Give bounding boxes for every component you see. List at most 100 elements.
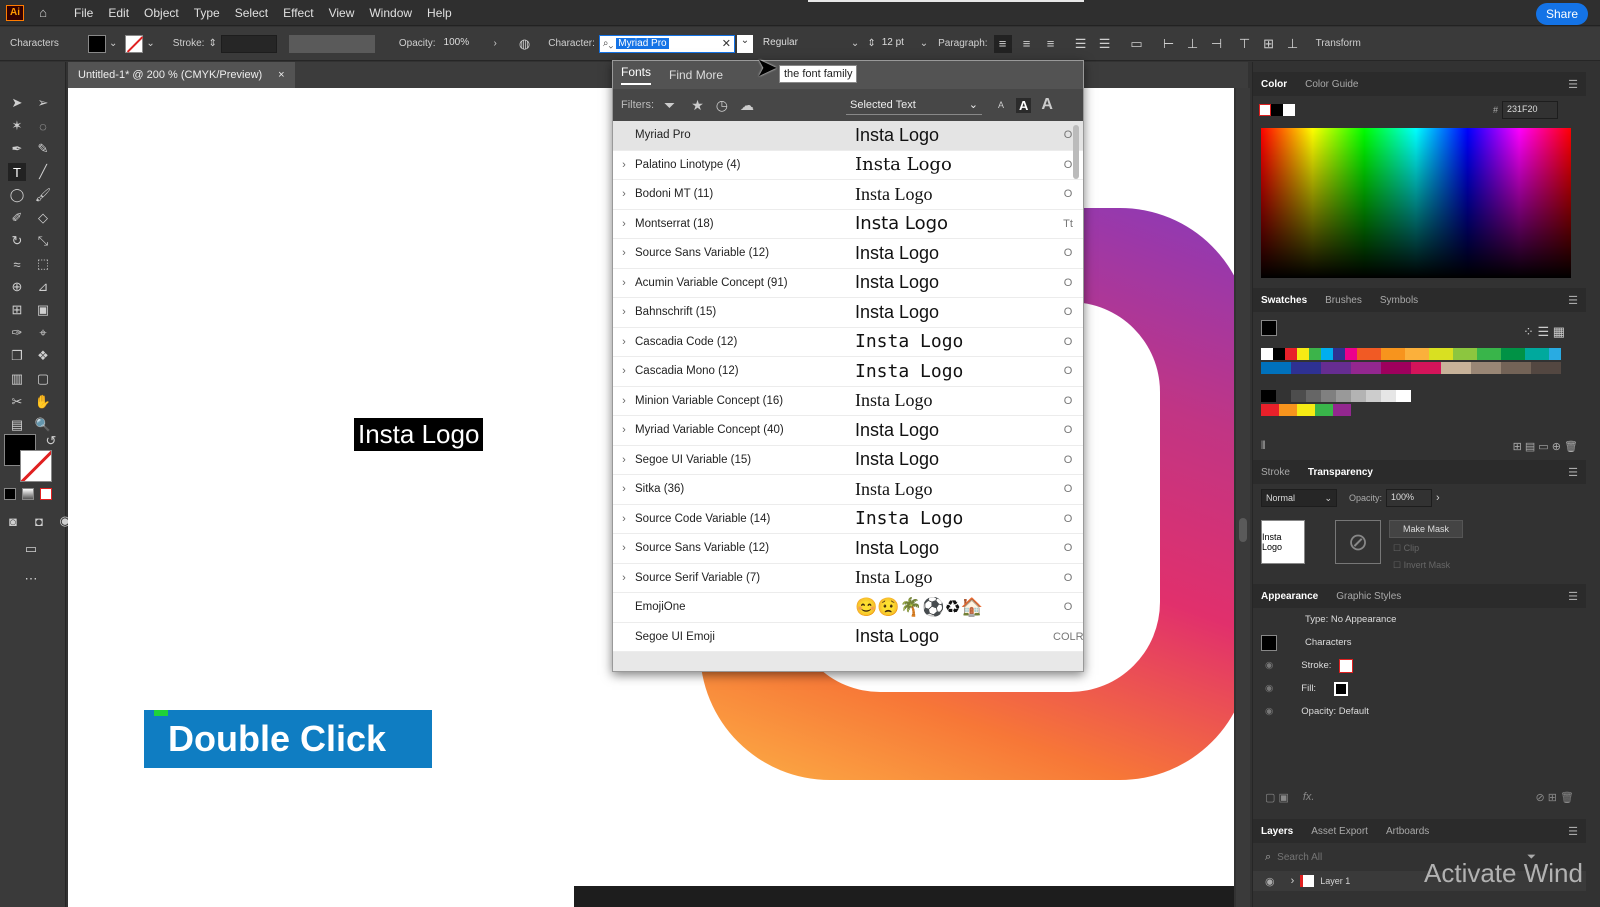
tab-symbols[interactable]: Symbols <box>1380 295 1418 306</box>
pen-tool-icon[interactable]: ✒ <box>8 140 26 158</box>
menu-file[interactable]: File <box>74 6 93 20</box>
gradient-tool-icon[interactable]: ▣ <box>34 301 52 319</box>
close-icon[interactable]: × <box>278 69 284 81</box>
transparency-opacity-field[interactable]: 100% <box>1386 489 1433 507</box>
chevron-right-icon[interactable]: › <box>613 395 635 407</box>
panel-menu-icon[interactable]: ☰ <box>1568 466 1578 479</box>
black-swatch[interactable] <box>1271 104 1283 116</box>
warp-tool-icon[interactable]: ≈ <box>8 255 26 273</box>
appearance-characters-row[interactable]: Characters <box>1253 631 1586 654</box>
font-list-item[interactable]: › Bahnschrift (15) Insta Logo O <box>613 298 1083 328</box>
document-tab[interactable]: Untitled-1* @ 200 % (CMYK/Preview) × <box>68 62 295 88</box>
panel-menu-icon[interactable]: ☰ <box>1568 294 1578 307</box>
chevron-down-icon[interactable]: ⌄ <box>146 38 154 49</box>
magic-wand-icon[interactable]: ✶ <box>8 117 26 135</box>
align-left-edge-icon[interactable]: ⊢ <box>1160 35 1178 53</box>
chevron-right-icon[interactable]: › <box>613 454 635 466</box>
color-spectrum[interactable] <box>1261 128 1571 278</box>
chevron-right-icon[interactable]: › <box>613 159 635 171</box>
font-list-item[interactable]: › Source Code Variable (14) Insta Logo O <box>613 504 1083 534</box>
curvature-tool-icon[interactable]: ✎ <box>34 140 52 158</box>
visibility-eye-icon[interactable]: ◉ <box>1265 660 1273 671</box>
scale-tool-icon[interactable]: ⤡ <box>34 232 52 250</box>
font-list-item[interactable]: EmojiOne 😊😟🌴⚽♻🏠 O <box>613 593 1083 623</box>
tab-color-guide[interactable]: Color Guide <box>1305 79 1358 90</box>
tab-layers[interactable]: Layers <box>1261 826 1293 837</box>
shape-icon[interactable]: ▭ <box>1128 35 1146 53</box>
object-thumbnail[interactable]: Insta Logo <box>1261 520 1305 564</box>
font-size-field[interactable]: 12 pt <box>877 34 920 53</box>
measure-icon[interactable]: ⌖ <box>34 324 52 342</box>
eyedropper-icon[interactable]: ✑ <box>8 324 26 342</box>
font-list-item[interactable]: › Montserrat (18) Insta Logo Tt <box>613 209 1083 239</box>
stepper-icon[interactable]: ⇕ <box>867 38 875 49</box>
none-swatch[interactable] <box>1259 104 1271 116</box>
active-fill-swatch[interactable] <box>1261 320 1277 336</box>
medium-preview-icon[interactable]: A <box>1016 97 1032 113</box>
ellipse-tool-icon[interactable]: ◯ <box>8 186 26 204</box>
preview-mode-select[interactable]: Selected Text ⌄ <box>845 95 982 115</box>
column-graph-icon[interactable]: ▥ <box>8 370 26 388</box>
swatch-row-grays[interactable] <box>1261 390 1411 402</box>
align-top-icon[interactable]: ⊤ <box>1236 35 1254 53</box>
blend-tool-icon[interactable]: ❐ <box>8 347 26 365</box>
tab-artboards[interactable]: Artboards <box>1386 826 1429 837</box>
bullets-icon[interactable]: ☰ <box>1072 35 1090 53</box>
chevron-down-icon[interactable]: ⌄ <box>920 38 928 49</box>
font-list-item[interactable]: › Bodoni MT (11) Insta Logo O <box>613 180 1083 210</box>
chevron-right-icon[interactable]: › <box>613 365 635 377</box>
swap-colors-icon[interactable]: ↺ <box>42 432 60 450</box>
chevron-down-icon[interactable]: ⌄ <box>851 38 859 49</box>
tab-brushes[interactable]: Brushes <box>1325 295 1362 306</box>
tab-fonts[interactable]: Fonts <box>621 65 652 85</box>
clip-checkbox[interactable]: ☐ Clip <box>1393 543 1419 554</box>
tab-swatches[interactable]: Swatches <box>1261 295 1307 306</box>
variable-width-profile[interactable] <box>288 34 375 53</box>
tab-transparency[interactable]: Transparency <box>1308 467 1373 478</box>
shaper-tool-icon[interactable]: ✐ <box>8 209 26 227</box>
chevron-right-icon[interactable]: › <box>1291 875 1295 887</box>
screen-mode-icon[interactable]: ▭ <box>22 540 40 558</box>
chevron-right-icon[interactable]: › <box>613 247 635 259</box>
font-list-item[interactable]: › Cascadia Code (12) Insta Logo O <box>613 327 1083 357</box>
invert-mask-checkbox[interactable]: ☐ Invert Mask <box>1393 560 1450 571</box>
mask-placeholder-icon[interactable]: ⊘ <box>1335 520 1381 564</box>
chevron-down-icon[interactable]: ⌄ <box>109 38 117 49</box>
free-transform-icon[interactable]: ⬚ <box>34 255 52 273</box>
font-list-item[interactable]: › Cascadia Mono (12) Insta Logo O <box>613 357 1083 387</box>
align-left-icon[interactable]: ≡ <box>993 34 1012 53</box>
chevron-right-icon[interactable]: › <box>613 188 635 200</box>
perspective-grid-icon[interactable]: ⊿ <box>34 278 52 296</box>
fill-swatch[interactable] <box>88 34 106 53</box>
paintbrush-icon[interactable]: 🖌 <box>34 186 52 204</box>
panel-menu-icon[interactable]: ☰ <box>1568 78 1578 91</box>
font-style-field[interactable]: Regular <box>758 34 851 53</box>
panel-menu-icon[interactable]: ☰ <box>1568 825 1578 838</box>
draw-normal-icon[interactable]: ◙ <box>4 512 22 530</box>
appearance-fill-row[interactable]: ◉ Fill: <box>1253 677 1586 700</box>
hand-tool-icon[interactable]: ✋ <box>34 393 52 411</box>
hex-field[interactable]: 231F20 <box>1502 101 1558 119</box>
font-list-item[interactable]: › Minion Variable Concept (16) Insta Logo O <box>613 386 1083 416</box>
menu-effect[interactable]: Effect <box>283 6 313 20</box>
selection-tool-icon[interactable]: ➤ <box>8 94 26 112</box>
font-list-item[interactable]: › Source Sans Variable (12) Insta Logo O <box>613 239 1083 269</box>
home-icon[interactable]: ⌂ <box>34 4 52 22</box>
swatch-library-icon[interactable]: ⫴ <box>1261 440 1266 453</box>
tab-graphic-styles[interactable]: Graphic Styles <box>1336 591 1401 602</box>
font-list-item[interactable]: › Source Sans Variable (12) Insta Logo O <box>613 534 1083 564</box>
align-right-edge-icon[interactable]: ⊣ <box>1208 35 1226 53</box>
clear-icon[interactable]: ✕ <box>722 37 731 50</box>
swatch-view-icons[interactable]: ⁘ ☰ ▦ <box>1523 324 1565 340</box>
font-family-field[interactable]: ⌕⌄ Myriad Pro ✕ <box>598 34 735 53</box>
font-list-item[interactable]: › Sitka (36) Insta Logo O <box>613 475 1083 505</box>
selected-text-object[interactable]: Insta Logo <box>354 418 484 451</box>
lasso-icon[interactable]: ◌ <box>34 117 52 135</box>
slice-tool-icon[interactable]: ✂ <box>8 393 26 411</box>
none-mode-icon[interactable] <box>40 488 52 500</box>
make-mask-button[interactable]: Make Mask <box>1389 520 1463 538</box>
font-list-item[interactable]: › Acumin Variable Concept (91) Insta Logo O <box>613 268 1083 298</box>
stroke-swatch[interactable] <box>125 34 144 53</box>
transform-link[interactable]: Transform <box>1316 38 1361 49</box>
chevron-right-icon[interactable]: › <box>613 572 635 584</box>
